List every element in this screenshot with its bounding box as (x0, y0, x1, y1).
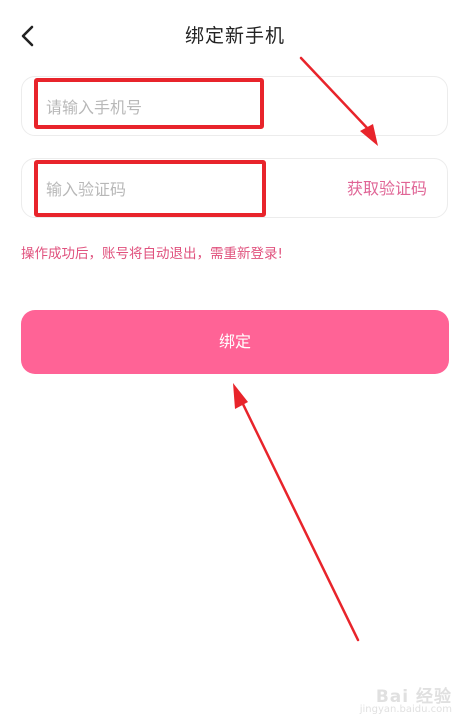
logout-notice: 操作成功后，账号将自动退出，需重新登录! (21, 246, 283, 262)
annotation-box-code (34, 160, 266, 217)
annotation-box-phone (34, 78, 264, 129)
bind-button[interactable]: 绑定 (21, 310, 449, 374)
bind-phone-screen: 绑定新手机 获取验证码 操作成功后，账号将自动退出，需重新登录! 绑定 Bai … (0, 0, 470, 726)
page-title: 绑定新手机 (184, 25, 285, 47)
annotation-arrow-bottom (233, 383, 360, 642)
watermark-url: jingyan.baidu.com (359, 704, 452, 715)
watermark: Bai 经验 jingyan.baidu.com (342, 682, 452, 720)
get-code-button[interactable]: 获取验证码 (347, 175, 427, 203)
nav-bar: 绑定新手机 (0, 0, 470, 72)
